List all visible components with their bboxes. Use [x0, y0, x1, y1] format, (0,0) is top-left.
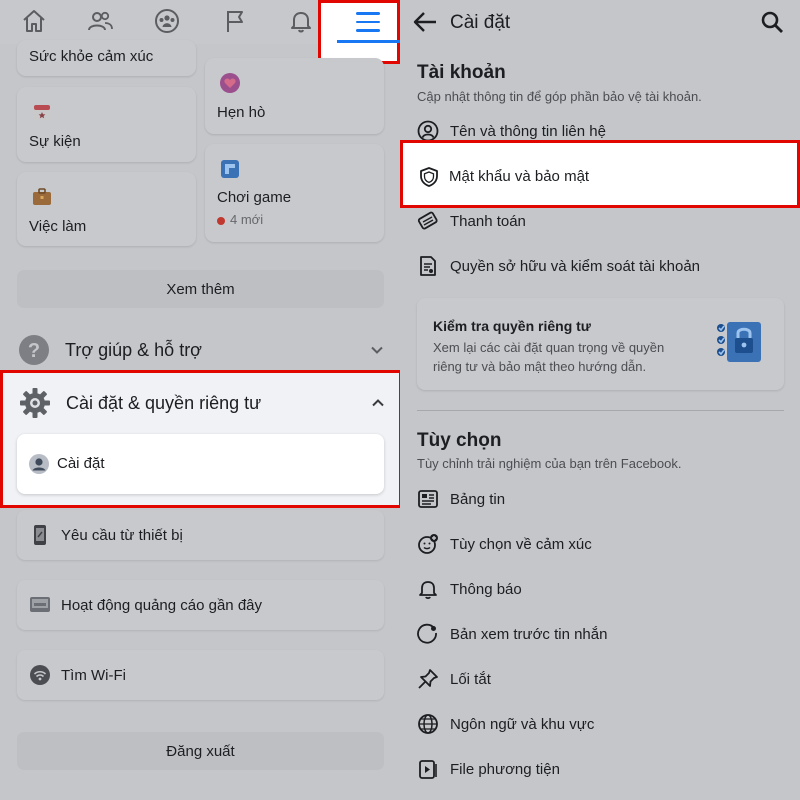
user-circle-icon — [417, 120, 439, 142]
message-previews-item[interactable]: Bản xem trước tin nhắn — [417, 618, 787, 650]
groups-icon[interactable] — [150, 6, 184, 36]
reaction-icon — [417, 533, 439, 555]
settings-header: Cài đặt — [400, 0, 800, 44]
recent-ad-activity-item[interactable]: Hoạt động quảng cáo gần đây — [17, 580, 384, 630]
privacy-checkup-title: Kiểm tra quyền riêng tư — [433, 318, 591, 334]
item-label: Lối tắt — [450, 670, 491, 688]
notifications-bell-icon[interactable] — [284, 6, 318, 36]
notifications-item[interactable]: Thông báo — [417, 573, 787, 605]
card-dating[interactable]: Hẹn hò — [205, 58, 384, 134]
account-section-description: Cập nhật thông tin để góp phần bảo vệ tà… — [417, 89, 702, 104]
media-icon — [417, 758, 439, 780]
logout-button[interactable]: Đăng xuất — [17, 732, 384, 770]
tag-icon — [417, 210, 439, 232]
preferences-section-description: Tùy chỉnh trải nghiệm của bạn trên Faceb… — [417, 456, 682, 471]
card-gaming[interactable]: Chơi game 4 mới — [205, 144, 384, 242]
message-preview-icon — [417, 623, 439, 645]
find-wifi-item[interactable]: Tìm Wi-Fi — [17, 650, 384, 700]
preferences-section-title: Tùy chọn — [417, 430, 502, 451]
calendar-icon — [31, 101, 53, 123]
media-files-item[interactable]: File phương tiện — [417, 753, 787, 785]
item-label: Tùy chọn về cảm xúc — [450, 535, 592, 553]
shield-icon — [418, 166, 440, 188]
reaction-preferences-item[interactable]: Tùy chọn về cảm xúc — [417, 528, 787, 560]
item-label: Hoạt động quảng cáo gần đây — [61, 596, 262, 614]
friends-icon[interactable] — [83, 6, 117, 36]
item-label: Tên và thông tin liên hệ — [450, 122, 606, 140]
item-label: Bảng tin — [450, 490, 506, 508]
section-label: Cài đặt & quyền riêng tư — [66, 392, 262, 413]
news-feed-item[interactable]: Bảng tin — [417, 483, 787, 515]
section-divider — [417, 410, 784, 411]
card-emotional-health[interactable]: Sức khỏe cảm xúc — [17, 40, 196, 76]
payments-item[interactable]: Thanh toán — [417, 205, 787, 237]
device-requests-item[interactable]: Yêu cầu từ thiết bị — [17, 510, 384, 560]
see-more-button[interactable]: Xem thêm — [17, 270, 384, 308]
wifi-icon — [27, 662, 53, 688]
account-ownership-item[interactable]: Quyền sở hữu và kiểm soát tài khoản — [417, 250, 787, 282]
item-label: Bản xem trước tin nhắn — [450, 625, 608, 643]
svg-text:?: ? — [28, 340, 40, 362]
new-dot — [217, 216, 225, 225]
settings-panel: Cài đặt Tài khoản Cập nhật thông tin để … — [400, 0, 800, 800]
home-icon[interactable] — [17, 6, 51, 36]
settings-privacy-section: Cài đặt & quyền riêng tư Cài đặt — [0, 370, 400, 508]
item-label: Mật khẩu và bảo mật — [449, 168, 590, 185]
menu-panel: Sức khỏe cảm xúc Hẹn hò Sự kiện Chơi gam… — [0, 0, 400, 800]
item-label: Thanh toán — [450, 212, 526, 230]
chevron-down-icon — [371, 346, 383, 354]
globe-icon — [417, 713, 439, 735]
account-section-title: Tài khoản — [417, 62, 506, 83]
section-label: Trợ giúp & hỗ trợ — [65, 339, 202, 360]
card-label: Sức khỏe cảm xúc — [29, 48, 154, 65]
card-jobs[interactable]: Việc làm — [17, 172, 196, 246]
gaming-icon — [219, 158, 241, 180]
question-icon: ? — [17, 333, 51, 367]
heart-icon — [219, 72, 241, 94]
new-count-badge: 4 mới — [217, 212, 263, 227]
item-label: Quyền sở hữu và kiểm soát tài khoản — [450, 257, 701, 275]
news-feed-icon — [417, 488, 439, 510]
settings-item[interactable]: Cài đặt — [17, 434, 384, 494]
menu-icon — [356, 12, 380, 38]
privacy-lock-checklist-icon — [717, 322, 761, 362]
gear-icon — [18, 386, 52, 420]
page-title: Cài đặt — [450, 12, 511, 33]
item-label: File phương tiện — [450, 760, 560, 778]
ad-screen-icon — [27, 592, 53, 618]
card-label: Chơi game — [217, 189, 292, 206]
settings-label: Cài đặt — [57, 455, 105, 472]
item-label: Ngôn ngữ và khu vực — [450, 715, 595, 733]
privacy-checkup-card[interactable]: Kiểm tra quyền riêng tư Xem lại các cài … — [417, 298, 784, 390]
briefcase-icon — [31, 186, 53, 208]
active-tab-indicator — [337, 40, 400, 43]
settings-privacy-header[interactable]: Cài đặt & quyền riêng tư — [18, 383, 385, 423]
password-security-item[interactable]: Mật khẩu và bảo mật — [400, 140, 800, 208]
help-support-section[interactable]: ? Trợ giúp & hỗ trợ — [17, 330, 384, 370]
card-label: Việc làm — [29, 218, 87, 235]
card-events[interactable]: Sự kiện — [17, 87, 196, 162]
arrow-left-icon[interactable] — [412, 10, 438, 34]
item-label: Thông báo — [450, 580, 522, 598]
menu-tab-active[interactable] — [318, 0, 400, 64]
item-label: Yêu cầu từ thiết bị — [61, 526, 183, 544]
phone-icon — [27, 522, 53, 548]
search-icon[interactable] — [760, 10, 784, 34]
language-region-item[interactable]: Ngôn ngữ và khu vực — [417, 708, 787, 740]
document-icon — [417, 255, 439, 277]
item-label: Tìm Wi-Fi — [61, 666, 126, 684]
pin-icon — [417, 668, 439, 690]
new-count-text: 4 mới — [230, 212, 264, 227]
card-label: Hẹn hò — [217, 104, 266, 121]
card-label: Sự kiện — [29, 133, 81, 150]
bell-icon — [417, 578, 439, 600]
shortcuts-item[interactable]: Lối tắt — [417, 663, 787, 695]
chevron-up-icon — [372, 399, 384, 407]
user-avatar-icon — [28, 453, 50, 475]
privacy-checkup-description: Xem lại các cài đặt quan trọng về quyền … — [433, 340, 665, 374]
pages-flag-icon[interactable] — [218, 6, 252, 36]
